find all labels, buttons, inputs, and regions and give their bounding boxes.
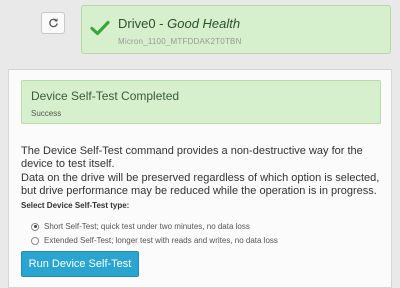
extended-self-test-option[interactable]: Extended Self-Test; longer test with rea… — [31, 236, 278, 245]
refresh-button[interactable] — [41, 12, 65, 34]
drive-model: Micron_1100_MTFDDAK2T0TBN — [118, 37, 242, 46]
check-icon — [90, 20, 110, 41]
drive-health-status: Good Health — [167, 16, 241, 31]
description-paragraph-1: The Device Self-Test command provides a … — [21, 145, 363, 170]
refresh-icon — [48, 16, 59, 31]
test-type-label: Select Device Self-Test type: — [21, 201, 130, 210]
description-paragraph-2: Data on the drive will be preserved rega… — [21, 172, 380, 197]
drive-name: Drive0 - — [118, 16, 168, 31]
self-test-panel: Device Self-Test Completed Success The D… — [8, 69, 392, 288]
alert-title: Device Self-Test Completed — [31, 89, 180, 103]
success-alert: Device Self-Test Completed Success — [21, 80, 381, 124]
short-self-test-radio[interactable] — [31, 222, 39, 231]
short-self-test-option[interactable]: Short Self-Test; quick test under two mi… — [31, 222, 250, 231]
short-self-test-label: Short Self-Test; quick test under two mi… — [44, 222, 250, 231]
drive-title: Drive0 - Good Health — [118, 16, 240, 31]
run-self-test-button[interactable]: Run Device Self-Test — [21, 251, 139, 277]
drive-health-card: Drive0 - Good Health Micron_1100_MTFDDAK… — [81, 5, 391, 54]
extended-self-test-label: Extended Self-Test; longer test with rea… — [44, 236, 278, 245]
extended-self-test-radio[interactable] — [31, 236, 39, 245]
alert-status: Success — [31, 109, 62, 118]
